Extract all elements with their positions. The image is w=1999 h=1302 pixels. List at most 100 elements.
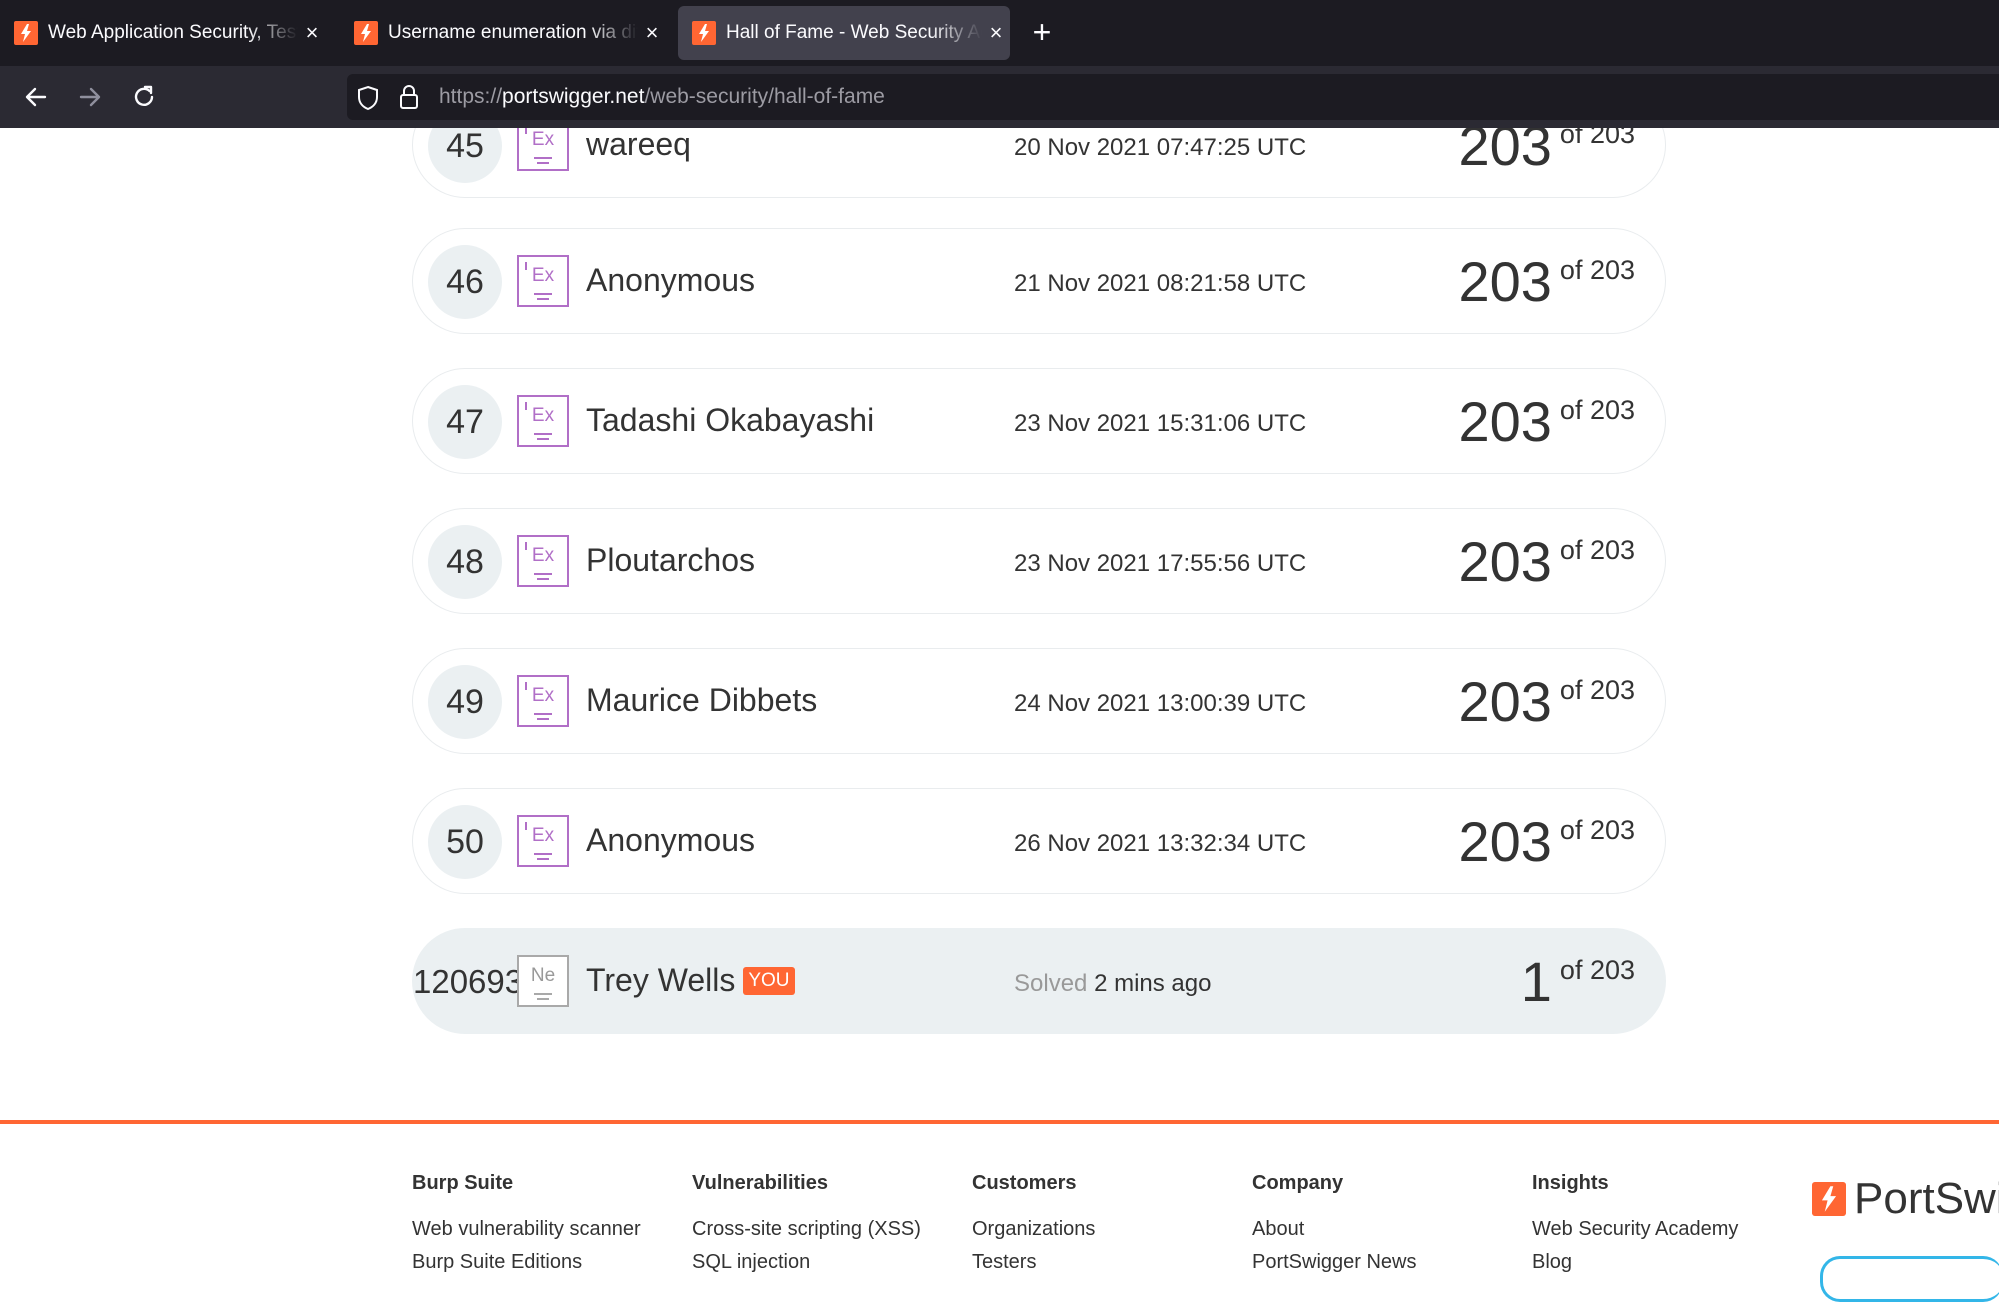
score: 1 of 203 bbox=[1521, 949, 1635, 1014]
solved-info: Solved 2 mins ago bbox=[1014, 970, 1211, 998]
portswigger-favicon bbox=[354, 21, 378, 45]
rank-number: 46 bbox=[428, 245, 502, 319]
score-value: 203 bbox=[1458, 250, 1552, 313]
leaderboard-row: 48 Ex Ploutarchos 23 Nov 2021 17:55:56 U… bbox=[412, 508, 1666, 614]
footer-link[interactable]: About bbox=[1252, 1218, 1417, 1241]
expert-badge-icon: Ex bbox=[517, 395, 569, 447]
close-icon[interactable]: × bbox=[982, 20, 1010, 46]
rank-number: 45 bbox=[428, 128, 502, 183]
tab-username-enumeration[interactable]: Username enumeration via different respo… bbox=[340, 6, 666, 60]
tab-hall-of-fame[interactable]: Hall of Fame - Web Security Academy × bbox=[678, 6, 1010, 60]
footer-link[interactable]: Web Security Academy bbox=[1532, 1218, 1738, 1241]
badge-label: Ex bbox=[531, 825, 555, 846]
decorative-arc bbox=[1820, 1256, 1999, 1302]
rank-number: 48 bbox=[428, 525, 502, 599]
tab-title: Hall of Fame - Web Security Academy bbox=[726, 22, 982, 43]
footer-heading: Company bbox=[1252, 1172, 1344, 1194]
current-user-row: 120693 Ne Trey Wells YOU Solved 2 mins ag… bbox=[412, 928, 1666, 1034]
expert-badge-icon: Ex bbox=[517, 675, 569, 727]
back-arrow-icon[interactable] bbox=[19, 80, 53, 114]
completion-date: 23 Nov 2021 15:31:06 UTC bbox=[1014, 410, 1307, 437]
score-total: of 203 bbox=[1559, 255, 1635, 285]
footer-heading: Vulnerabilities bbox=[692, 1172, 828, 1194]
forward-arrow-icon[interactable] bbox=[73, 80, 107, 114]
footer-heading: Insights bbox=[1532, 1172, 1609, 1194]
plus-icon[interactable]: + bbox=[1026, 12, 1058, 54]
url-host: portswigger.net bbox=[502, 85, 645, 108]
leaderboard-row: 45 Ex wareeq 20 Nov 2021 07:47:25 UTC 20… bbox=[412, 128, 1666, 198]
lock-icon[interactable] bbox=[399, 84, 419, 110]
footer-heading: Customers bbox=[972, 1172, 1077, 1194]
footer-link[interactable]: Burp Suite Editions bbox=[412, 1251, 641, 1274]
badge-label: Ex bbox=[531, 405, 555, 426]
portswigger-logo[interactable]: PortSwigger bbox=[1812, 1174, 1999, 1224]
completion-date: 26 Nov 2021 13:32:34 UTC bbox=[1014, 830, 1307, 857]
score-value: 203 bbox=[1458, 530, 1552, 593]
user-name: wareeq bbox=[586, 128, 691, 162]
expert-badge-icon: Ex bbox=[517, 128, 569, 171]
footer-link[interactable]: Web vulnerability scanner bbox=[412, 1218, 641, 1241]
url-text[interactable]: https://portswigger.net/web-security/hal… bbox=[439, 85, 885, 109]
badge-label: Ex bbox=[531, 265, 555, 286]
footer-column-burp-suite: Burp Suite Web vulnerability scanner Bur… bbox=[412, 1172, 641, 1284]
user-name-text: Trey Wells bbox=[586, 962, 736, 998]
user-name: Trey Wells YOU bbox=[586, 962, 795, 999]
score: 203 of 203 bbox=[1458, 389, 1635, 454]
footer-link[interactable]: Blog bbox=[1532, 1251, 1738, 1274]
completion-date: 24 Nov 2021 13:00:39 UTC bbox=[1014, 690, 1307, 717]
portswigger-logo-icon bbox=[1812, 1182, 1846, 1216]
footer-column-insights: Insights Web Security Academy Blog bbox=[1532, 1172, 1738, 1284]
close-icon[interactable]: × bbox=[638, 20, 666, 46]
logo-text: PortSwigger bbox=[1854, 1174, 1999, 1223]
score-value: 203 bbox=[1458, 670, 1552, 733]
you-badge: YOU bbox=[743, 967, 795, 995]
footer-link[interactable]: PortSwigger News bbox=[1252, 1251, 1417, 1274]
score-value: 203 bbox=[1458, 810, 1552, 873]
tab-title: Username enumeration via different respo… bbox=[388, 22, 638, 43]
score: 203 of 203 bbox=[1458, 128, 1635, 178]
shield-icon[interactable] bbox=[357, 85, 379, 111]
nav-bar: https://portswigger.net/web-security/hal… bbox=[0, 66, 1999, 128]
score: 203 of 203 bbox=[1458, 669, 1635, 734]
badge-label: Ne bbox=[530, 965, 556, 986]
badge-label: Ex bbox=[531, 545, 555, 566]
tab-title: Web Application Security, Testing, & Sca… bbox=[48, 22, 298, 43]
score-total: of 203 bbox=[1559, 128, 1635, 149]
address-bar[interactable]: https://portswigger.net/web-security/hal… bbox=[347, 74, 1999, 120]
rank-number: 49 bbox=[428, 665, 502, 739]
close-icon[interactable]: × bbox=[298, 20, 326, 46]
rank-number: 50 bbox=[428, 805, 502, 879]
tab-bar: Web Application Security, Testing, & Sca… bbox=[0, 0, 1999, 66]
score-total: of 203 bbox=[1559, 395, 1635, 425]
url-scheme: https:// bbox=[439, 85, 503, 108]
portswigger-favicon bbox=[14, 21, 38, 45]
expert-badge-icon: Ex bbox=[517, 815, 569, 867]
tab-portswigger-home[interactable]: Web Application Security, Testing, & Sca… bbox=[0, 6, 326, 60]
footer-link[interactable]: Organizations bbox=[972, 1218, 1095, 1241]
solved-label: Solved bbox=[1014, 970, 1088, 997]
badge-label: Ex bbox=[531, 129, 555, 150]
footer-link[interactable]: Testers bbox=[972, 1251, 1095, 1274]
footer-heading: Burp Suite bbox=[412, 1172, 514, 1194]
completion-date: 23 Nov 2021 17:55:56 UTC bbox=[1014, 550, 1307, 577]
rank-number: 120693 bbox=[413, 963, 524, 1000]
expert-badge-icon: Ex bbox=[517, 255, 569, 307]
user-name: Anonymous bbox=[586, 262, 755, 298]
score: 203 of 203 bbox=[1458, 809, 1635, 874]
rank-number: 47 bbox=[428, 385, 502, 459]
page-content: 45 Ex wareeq 20 Nov 2021 07:47:25 UTC 20… bbox=[0, 128, 1999, 1268]
expert-badge-icon: Ex bbox=[517, 535, 569, 587]
score-total: of 203 bbox=[1559, 815, 1635, 845]
completion-date: 20 Nov 2021 07:47:25 UTC bbox=[1014, 134, 1307, 161]
score: 203 of 203 bbox=[1458, 249, 1635, 314]
reload-icon[interactable] bbox=[127, 80, 161, 114]
badge-label: Ex bbox=[531, 685, 555, 706]
footer-link[interactable]: Cross-site scripting (XSS) bbox=[692, 1218, 921, 1241]
solved-time: 2 mins ago bbox=[1094, 970, 1212, 997]
user-name: Anonymous bbox=[586, 822, 755, 858]
score-total: of 203 bbox=[1559, 675, 1635, 705]
user-name: Maurice Dibbets bbox=[586, 682, 818, 718]
leaderboard-row: 50 Ex Anonymous 26 Nov 2021 13:32:34 UTC… bbox=[412, 788, 1666, 894]
footer-link[interactable]: SQL injection bbox=[692, 1251, 921, 1274]
completion-date: 21 Nov 2021 08:21:58 UTC bbox=[1014, 270, 1307, 297]
